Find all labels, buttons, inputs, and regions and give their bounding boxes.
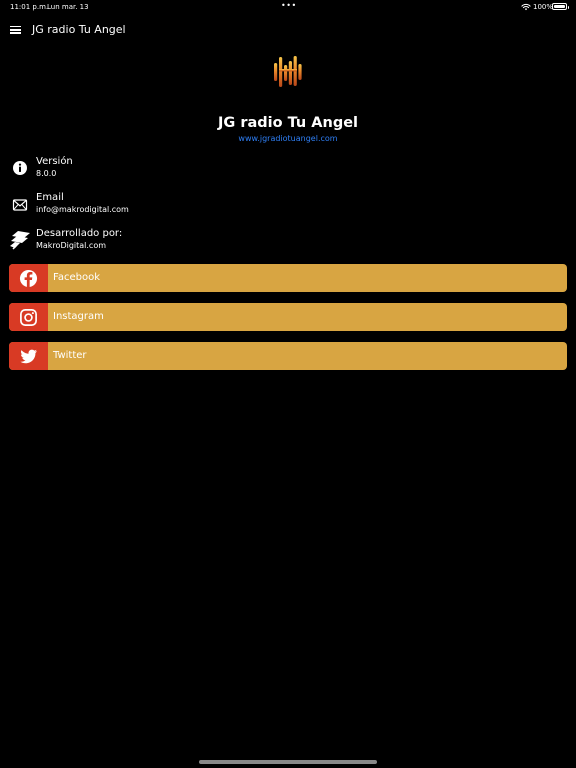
app-title: JG radio Tu Angel — [217, 115, 359, 131]
status-bar: 11:01 p.m. Lun mar. 13 ••• 100% — [0, 0, 576, 14]
info-row-developer[interactable]: Desarrollado por: MakroDigital.com — [0, 228, 576, 260]
instagram-label: Instagram — [53, 311, 104, 322]
envelope-icon — [12, 199, 28, 211]
nav-bar: JG radio Tu Angel — [0, 18, 576, 42]
instagram-icon-box — [9, 303, 48, 331]
wifi-icon — [521, 3, 531, 11]
instagram-icon — [20, 309, 37, 326]
version-label: Versión — [36, 156, 73, 167]
status-date: Lun mar. 13 — [47, 3, 89, 11]
multitasking-dots[interactable]: ••• — [281, 1, 297, 10]
facebook-label: Facebook — [53, 272, 100, 283]
battery-percent: 100% — [533, 3, 554, 11]
info-icon — [13, 161, 27, 175]
developer-label: Desarrollado por: — [36, 228, 123, 239]
info-row-version: Versión 8.0.0 — [0, 156, 576, 188]
twitter-label: Twitter — [53, 350, 87, 361]
status-time: 11:01 p.m. — [10, 3, 49, 11]
info-row-email[interactable]: Email info@makrodigital.com — [0, 192, 576, 224]
instagram-button[interactable]: Instagram — [9, 303, 567, 331]
developer-value[interactable]: MakroDigital.com — [36, 241, 106, 250]
twitter-button[interactable]: Twitter — [9, 342, 567, 370]
twitter-icon — [20, 349, 38, 364]
facebook-icon — [19, 269, 38, 288]
battery-icon — [552, 3, 569, 10]
nav-title: JG radio Tu Angel — [32, 23, 126, 36]
version-value: 8.0.0 — [36, 169, 57, 178]
home-indicator[interactable] — [199, 760, 377, 764]
email-label: Email — [36, 192, 64, 203]
radio-logo-icon — [274, 56, 302, 87]
app-website-link[interactable]: www.jgradiotuangel.com — [0, 134, 576, 143]
facebook-icon-box — [9, 264, 48, 292]
hamburger-menu-icon[interactable] — [10, 26, 21, 34]
makro-logo-icon — [10, 231, 30, 250]
twitter-icon-box — [9, 342, 48, 370]
facebook-button[interactable]: Facebook — [9, 264, 567, 292]
email-value[interactable]: info@makrodigital.com — [36, 205, 129, 214]
